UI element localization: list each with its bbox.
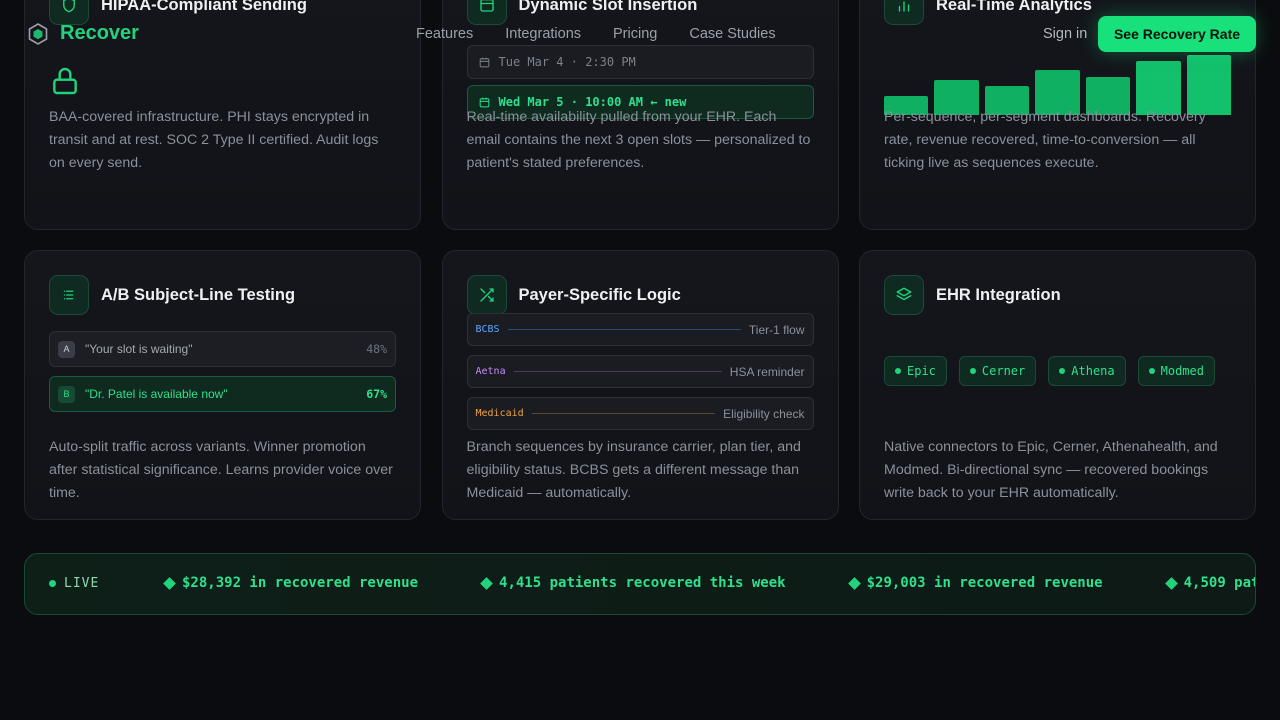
chip-label: Athena [1071,364,1115,378]
diamond-icon [163,576,176,590]
logo-text: Recover [60,22,139,44]
card-ehr-integration: EHR Integration Epic Cerner Athena Modme… [859,250,1256,520]
variant-percent: 67% [366,387,387,401]
ticker-text: 4,509 patients recovered this week [1183,575,1255,591]
payer-connector [531,413,716,414]
live-indicator: LIVE [49,576,99,591]
layers-icon [884,275,924,315]
lock-icon [49,65,81,102]
payer-name: Aetna [475,366,506,377]
card-header: EHR Integration [884,275,1061,315]
top-nav: Recover Features Integrations Pricing Ca… [0,0,1280,68]
live-ticker: LIVE $28,392 in recovered revenue 4,415 … [24,553,1256,615]
variant-b: B "Dr. Patel is available now" 67% [49,376,396,412]
status-dot [1148,368,1155,374]
diamond-icon [847,576,861,590]
ticker-text: $28,392 in recovered revenue [182,575,419,591]
card-header: A/B Subject-Line Testing [49,275,295,315]
status-dot [969,368,976,374]
payer-connector [507,329,741,330]
card-description: Real-time availability pulled from your … [466,109,811,171]
nav-link-features[interactable]: Features [416,26,473,42]
card-description: BAA-covered infrastructure. PHI stays en… [49,109,379,171]
payer-flow: Tier-1 flow [748,322,805,337]
list-icon [49,275,89,315]
card-title: A/B Subject-Line Testing [101,285,296,304]
chip-label: Cerner [981,364,1026,378]
variant-tag: B [58,385,75,403]
diamond-icon [1164,576,1178,590]
ehr-chip-list: Epic Cerner Athena Modmed [884,356,1215,386]
feature-grid: HIPAA-Compliant Sending BAA-covered infr… [24,0,1256,520]
payer-row-aetna: Aetna HSA reminder [466,355,814,388]
shuffle-icon [466,275,507,315]
payer-connector [513,371,722,372]
chip-modmed: Modmed [1137,356,1215,386]
variant-text: "Your slot is waiting" [85,342,193,356]
variant-percent: 48% [366,342,387,356]
card-payer-logic: Payer-Specific Logic BCBS Tier-1 flow Ae… [441,250,839,520]
diamond-icon [480,576,493,590]
card-description: Auto-split traffic across variants. Winn… [49,439,393,501]
ticker-items: $28,392 in recovered revenue 4,415 patie… [163,575,1255,591]
ticker-item: $29,003 in recovered revenue [847,575,1103,591]
card-ab-testing: A/B Subject-Line Testing A "Your slot is… [24,250,421,520]
variant-a: A "Your slot is waiting" 48% [49,331,396,367]
nav-links: Features Integrations Pricing Case Studi… [416,26,776,42]
variant-text: "Dr. Patel is available now" [85,387,228,401]
sign-in-link[interactable]: Sign in [1043,26,1087,42]
ticker-item: $28,392 in recovered revenue [163,575,419,591]
status-dot [1059,368,1066,374]
card-description: Per-sequence, per-segment dashboards. Re… [884,109,1206,171]
card-title: EHR Integration [936,285,1061,304]
payer-row-medicaid: Medicaid Eligibility check [466,397,814,430]
logo[interactable]: Recover [28,22,139,45]
see-recovery-rate-button[interactable]: See Recovery Rate [1098,16,1256,52]
chip-athena: Athena [1048,356,1126,386]
card-description: Branch sequences by insurance carrier, p… [466,439,801,501]
chip-epic: Epic [884,356,947,386]
payer-name: Medicaid [475,408,524,419]
ticker-text: $29,003 in recovered revenue [866,575,1103,591]
payer-name: BCBS [475,324,500,335]
chip-cerner: Cerner [958,356,1037,386]
chip-label: Epic [907,364,936,378]
card-header: Payer-Specific Logic [466,275,681,315]
card-title: Payer-Specific Logic [518,285,681,304]
ticker-item: 4,415 patients recovered this week [480,575,786,591]
live-label: LIVE [64,576,100,591]
ticker-item: 4,509 patients recovered this week [1164,575,1255,591]
ticker-text: 4,415 patients recovered this week [499,575,786,591]
live-dot [49,580,56,587]
status-dot [895,368,901,374]
logo-icon [28,22,48,45]
chip-label: Modmed [1160,364,1204,378]
nav-link-pricing[interactable]: Pricing [613,26,657,42]
card-description: Native connectors to Epic, Cerner, Athen… [884,439,1218,501]
payer-flow: HSA reminder [729,364,805,379]
variant-tag: A [58,340,75,358]
nav-link-integrations[interactable]: Integrations [505,26,581,42]
nav-link-case-studies[interactable]: Case Studies [689,26,775,42]
payer-row-bcbs: BCBS Tier-1 flow [466,313,814,346]
payer-flow: Eligibility check [723,406,805,421]
